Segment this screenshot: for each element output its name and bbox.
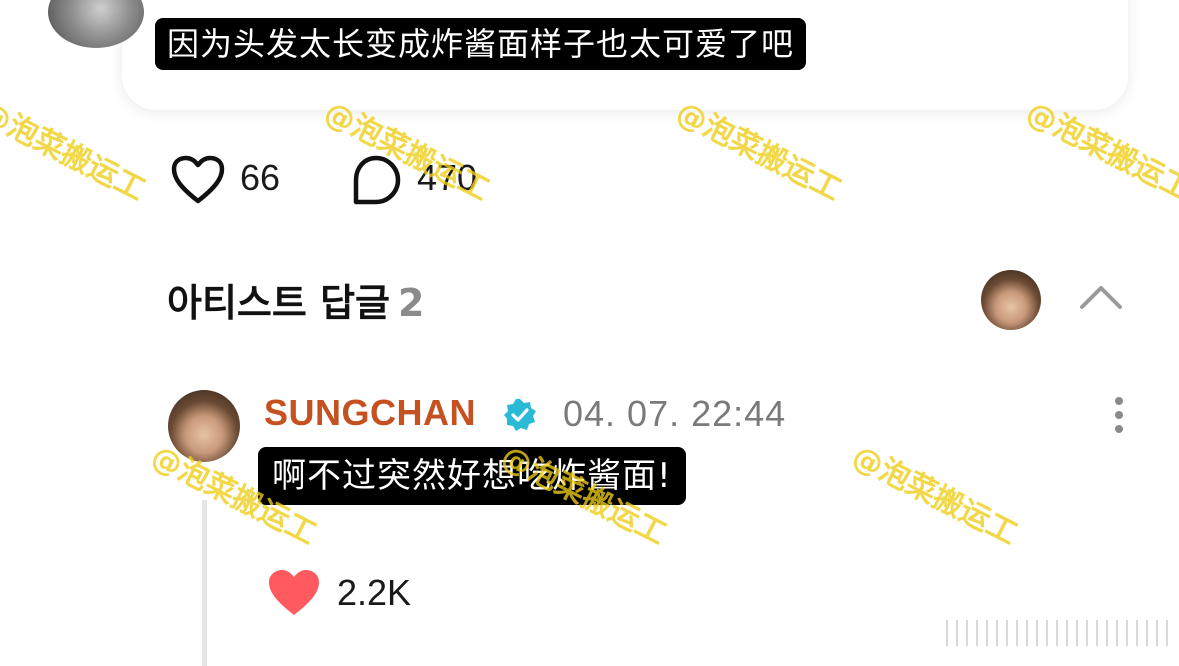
verified-badge-icon (504, 399, 536, 431)
more-options-icon[interactable] (1112, 395, 1126, 435)
post-text: 因为头发太长变成炸酱面样子也太可爱了吧 (155, 18, 807, 70)
artist-avatar (981, 270, 1041, 330)
artist-replies-label: 아티스트 답글 (167, 281, 390, 325)
like-heart-icon[interactable] (170, 154, 226, 206)
artist-replies-count: 2 (398, 281, 425, 325)
chevron-up-icon[interactable] (1078, 281, 1124, 311)
site-watermark (946, 620, 1172, 646)
like-count: 66 (240, 157, 281, 198)
watermark: @泡菜搬运工 (0, 95, 151, 209)
liked-heart-icon[interactable] (266, 567, 322, 619)
watermark: @泡菜搬运工 (846, 439, 1023, 553)
artist-replies-title: 아티스트 답글 2 (167, 272, 424, 327)
reply-timestamp: 04. 07. 22:44 (563, 393, 787, 434)
reply-username[interactable]: SUNGCHAN (264, 392, 476, 434)
reply-like-count: 2.2K (337, 572, 412, 613)
thread-line (202, 500, 207, 666)
